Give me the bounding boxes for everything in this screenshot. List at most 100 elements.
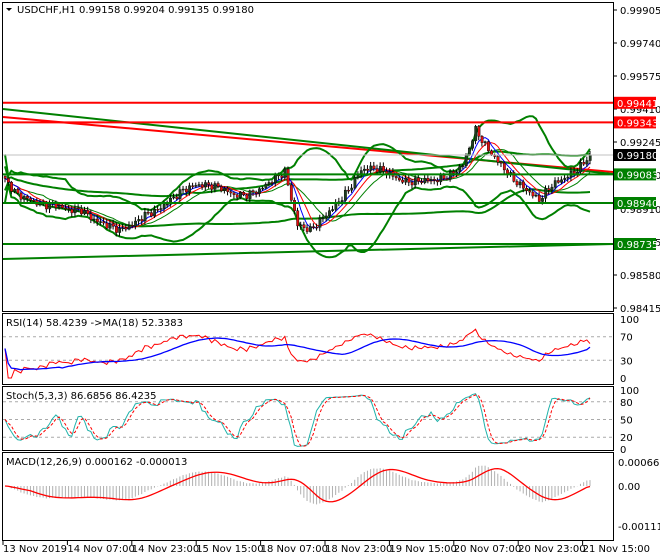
candle-body [423,177,427,183]
candle-body [102,221,106,224]
candle-body [407,177,411,183]
candle-body [413,177,417,186]
candle-body [270,182,274,184]
candle-body [417,177,420,182]
candle-body [461,165,465,167]
candle-body [429,179,433,181]
candle-body [239,191,242,198]
price-axis-label: 0.98580 [620,271,660,282]
candle-body [588,154,592,161]
price-axis-label: 0.99575 [620,72,660,83]
candle-body [92,218,96,221]
candle-body [496,156,500,163]
candle-body [159,208,163,210]
candle-body [146,211,150,214]
price-axis-label: 0.99905 [620,6,660,17]
rsi-axis-label: 100 [620,315,639,326]
candle-body [54,203,58,208]
candle-body [45,203,48,210]
candle-body [372,165,376,169]
candle-body [274,174,277,183]
candle-body [219,186,223,191]
candle-body [108,223,112,229]
candle-body [153,209,157,217]
candle-body [296,210,300,227]
candle-body [172,196,176,199]
candle-body [181,188,185,191]
candle-body [464,154,468,166]
candle-body [522,181,525,189]
candle-body [544,188,548,199]
candle-body [280,175,284,178]
candle-body [293,200,296,211]
macd-label: MACD(12,26,9) 0.000162 -0.000013 [6,457,187,468]
candle-body [223,187,226,191]
time-axis-label: 14 Nov 07:00 [67,544,134,555]
candle-body [369,165,373,171]
candle-body [204,182,207,188]
candle-body [150,212,153,217]
candle-body [19,192,23,200]
candle-body [267,182,271,185]
candle-body [534,194,538,197]
candle-body [366,168,370,171]
price-level-label: 0.98735 [617,240,658,251]
candle-body [185,188,188,193]
candle-body [216,183,220,187]
candle-body [401,179,405,183]
candle-body [207,182,211,185]
candle-body [121,227,125,230]
candle-body [299,224,303,227]
candle-body [86,210,90,214]
candle-body [115,225,118,233]
main-price-panel[interactable] [2,2,614,312]
candle-body [80,208,83,215]
candle-body [194,185,198,187]
candle-body [210,184,214,190]
candle-body [248,190,252,199]
candle-body [64,207,68,209]
candle-body [439,175,443,183]
candle-body [433,179,436,181]
candle-body [99,221,102,223]
candle-body [118,227,122,233]
macd-axis-label: -0.001118 [618,522,660,533]
candle-body [251,190,255,193]
candle-body [309,226,312,232]
candle-body [318,218,322,228]
candle-body [29,198,33,201]
time-axis-label: 18 Nov 07:00 [261,544,328,555]
candle-body [404,177,408,183]
candle-body [245,194,249,199]
stoch-axis-label: 80 [620,398,633,409]
candle-body [140,219,144,222]
price-axis-label: 0.99740 [620,39,660,50]
candle-body [162,204,166,209]
candle-body [305,227,309,232]
candle-body [328,210,331,217]
trading-chart[interactable]: 10070300 1008050200 0.0006680.00-0.00111… [0,0,660,560]
candle-body [89,213,93,220]
time-axis-label: 20 Nov 07:00 [454,544,521,555]
candle-body [566,176,570,179]
candle-body [477,126,481,137]
candle-body [471,140,474,149]
candle-body [452,171,455,174]
candle-body [197,184,201,186]
time-axis-label: 21 Nov 15:00 [583,544,650,555]
candle-body [480,136,484,143]
candle-body [229,191,233,194]
candle-body [487,141,490,151]
candle-body [557,180,560,183]
candle-body [156,209,160,211]
candle-body [420,181,424,183]
candle-body [394,176,398,179]
candle-body [3,176,7,179]
candle-body [16,189,20,194]
candle-body [264,183,268,189]
price-level-label: 0.99441 [617,99,658,110]
candle-body [70,208,74,214]
candle-body [550,186,554,191]
candle-body [426,177,430,181]
rsi-axis-label: 70 [620,333,633,344]
